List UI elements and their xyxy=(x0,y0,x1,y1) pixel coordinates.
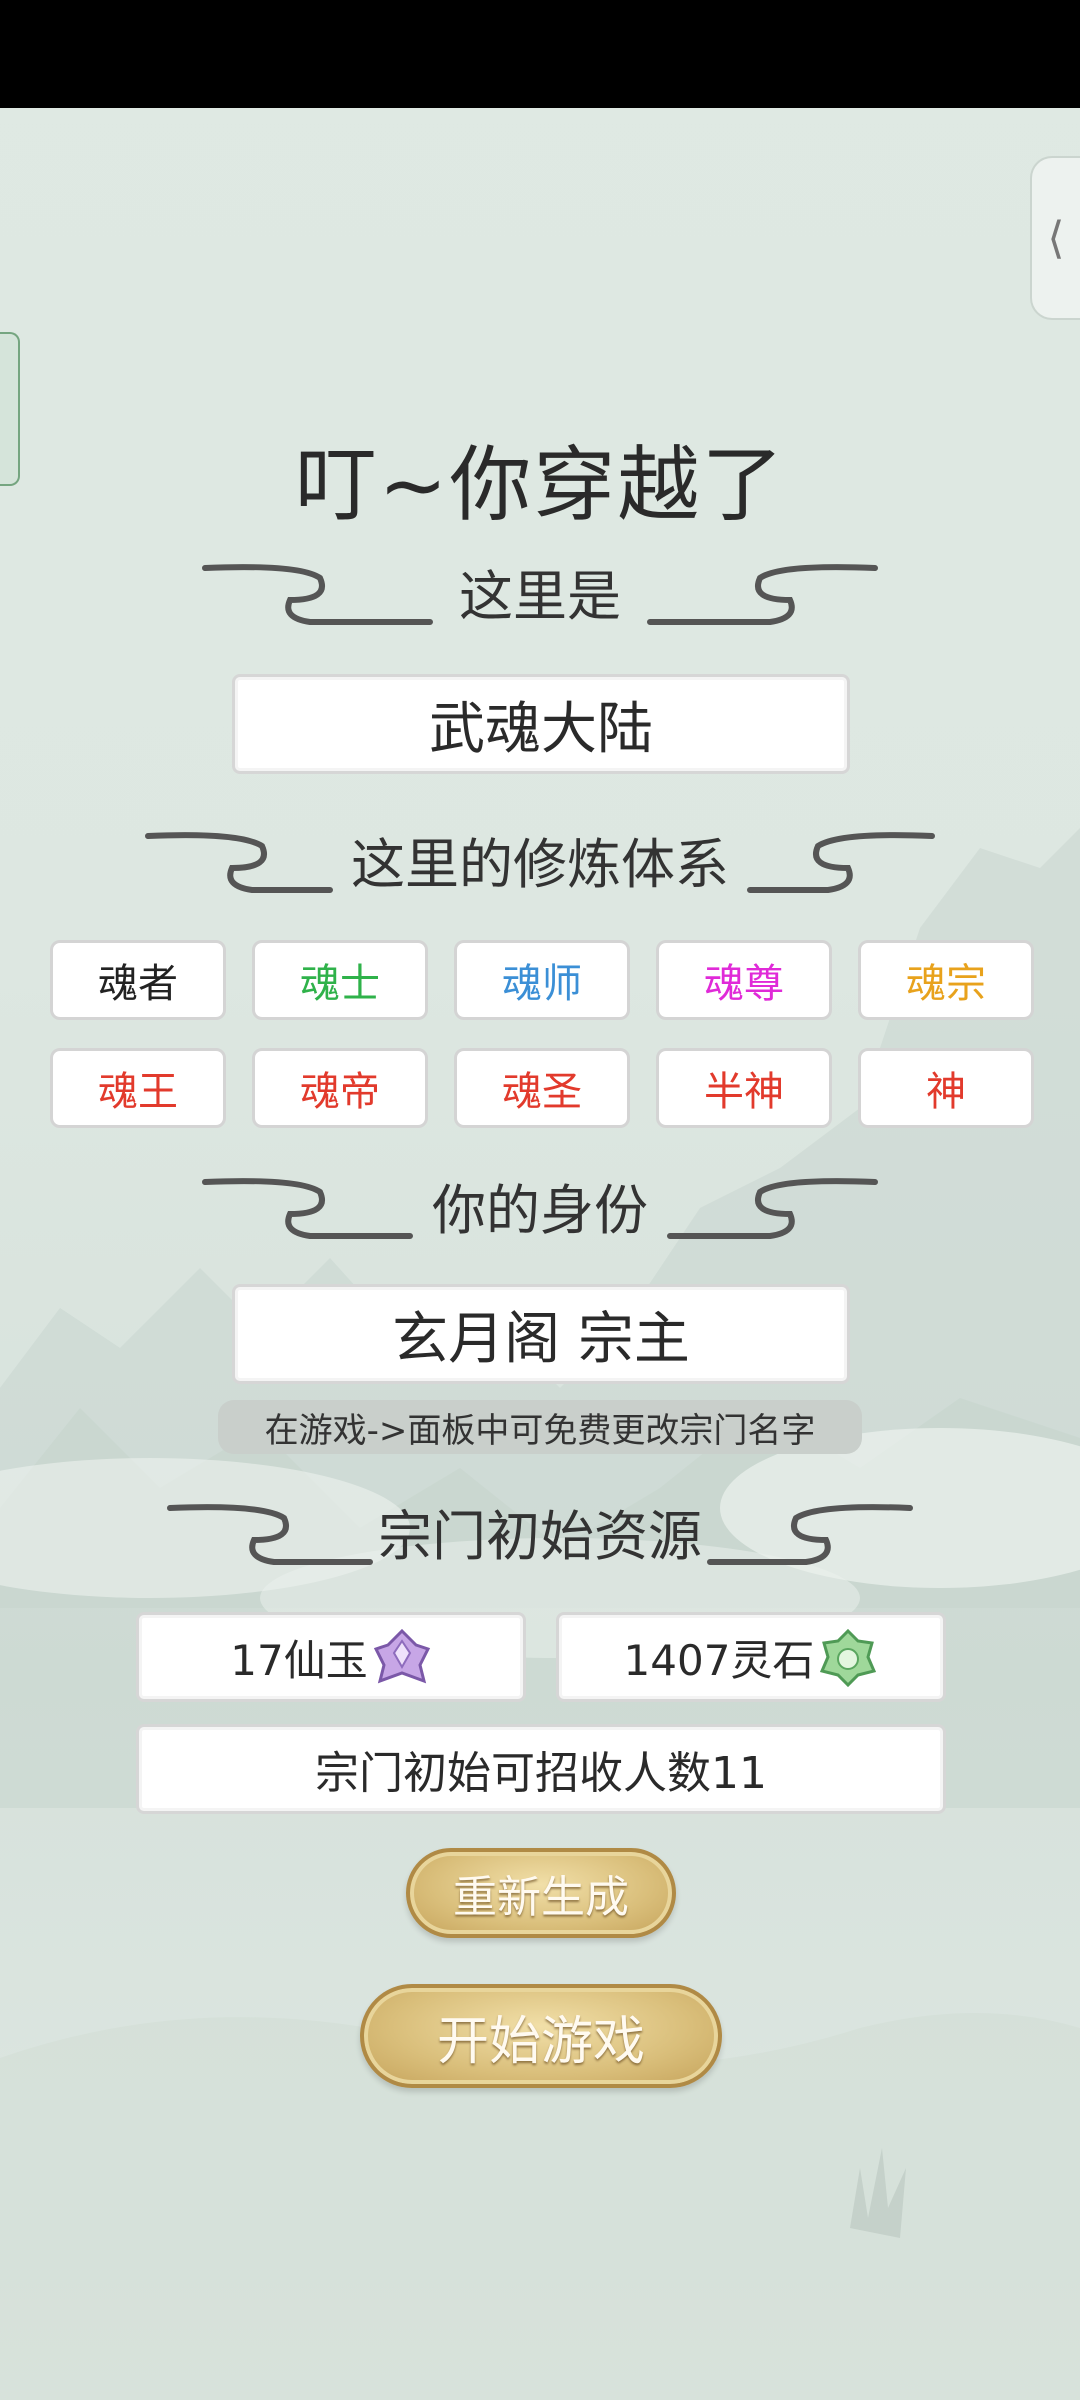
identity-box: 玄月阁 宗主 xyxy=(232,1284,850,1384)
purple-jade-icon xyxy=(373,1628,430,1684)
realm-label: 魂尊 xyxy=(704,961,784,1007)
realm-label: 魂帝 xyxy=(300,1069,380,1115)
world-name-box: 武魂大陆 xyxy=(232,674,850,774)
identity-value: 玄月阁 宗主 xyxy=(392,1306,690,1372)
jade-resource-box: 17仙玉 xyxy=(136,1612,526,1702)
chevron-left-icon: ⟨ xyxy=(1047,212,1065,264)
realm-label: 魂师 xyxy=(502,961,582,1007)
realm-label: 魂圣 xyxy=(502,1069,582,1115)
realm-item: 半神 xyxy=(656,1048,832,1128)
realm-item: 魂帝 xyxy=(252,1048,428,1128)
section-heading-resources: 宗门初始资源 xyxy=(0,1488,1080,1568)
realm-label: 半神 xyxy=(704,1069,784,1115)
section-heading-label: 这里是 xyxy=(459,565,621,628)
realm-label: 魂者 xyxy=(98,961,178,1007)
spirit-stone-amount: 1407灵石 xyxy=(623,1635,815,1685)
start-game-button[interactable]: 开始游戏 xyxy=(360,1984,722,2088)
realm-item: 魂者 xyxy=(50,940,226,1020)
section-heading-identity: 你的身份 xyxy=(0,1162,1080,1242)
side-drawer-tab[interactable]: ⟨ xyxy=(1030,156,1080,320)
spirit-stone-resource-box: 1407灵石 xyxy=(556,1612,946,1702)
recruit-capacity-text: 宗门初始可招收人数11 xyxy=(315,1748,767,1799)
realm-item: 魂士 xyxy=(252,940,428,1020)
section-heading-world: 这里是 xyxy=(0,548,1080,628)
green-spirit-stone-icon xyxy=(820,1628,877,1687)
status-bar xyxy=(0,0,1080,108)
section-heading-label: 这里的修炼体系 xyxy=(351,833,729,896)
jade-amount: 17仙玉 xyxy=(230,1635,368,1685)
realm-item: 神 xyxy=(858,1048,1034,1128)
realm-label: 魂宗 xyxy=(906,961,986,1007)
realm-item: 魂圣 xyxy=(454,1048,630,1128)
realm-label: 魂士 xyxy=(300,961,380,1007)
realm-label: 神 xyxy=(926,1069,966,1115)
regenerate-button[interactable]: 重新生成 xyxy=(406,1848,676,1938)
page-title: 叮~你穿越了 xyxy=(294,438,786,533)
realm-item: 魂尊 xyxy=(656,940,832,1020)
realm-item: 魂宗 xyxy=(858,940,1034,1020)
rename-hint: 在游戏->面板中可免费更改宗门名字 xyxy=(218,1400,862,1454)
world-name: 武魂大陆 xyxy=(429,696,653,762)
recruit-capacity-box: 宗门初始可招收人数11 xyxy=(136,1724,946,1814)
realm-label: 魂王 xyxy=(98,1069,178,1115)
section-heading-cultivation: 这里的修炼体系 xyxy=(0,816,1080,896)
realm-item: 魂师 xyxy=(454,940,630,1020)
section-heading-label: 你的身份 xyxy=(432,1179,648,1242)
realm-item: 魂王 xyxy=(50,1048,226,1128)
section-heading-label: 宗门初始资源 xyxy=(378,1505,702,1568)
